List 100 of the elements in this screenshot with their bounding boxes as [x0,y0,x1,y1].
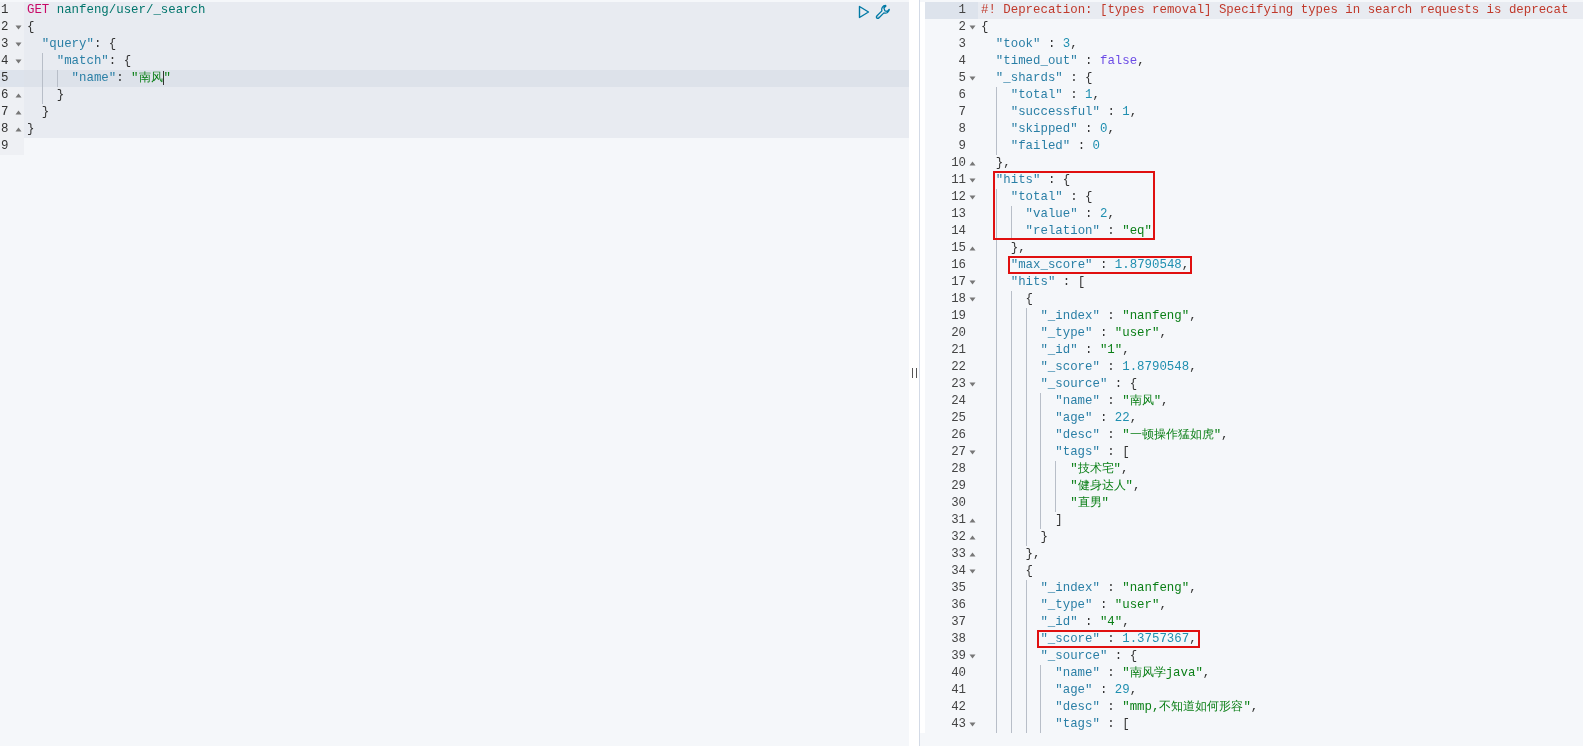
fold-icon[interactable] [968,518,976,523]
line-number: 19 [951,308,966,325]
fold-icon[interactable] [14,110,22,115]
code-line: }, [978,546,1583,563]
line-number: 34 [951,563,966,580]
line-number: 20 [951,325,966,342]
line-number: 16 [951,257,966,274]
fold-icon[interactable] [968,382,976,387]
line-number: 6 [0,87,10,104]
code-line: "直男" [978,495,1583,512]
fold-icon[interactable] [14,93,22,98]
line-number: 24 [951,393,966,410]
line-number: 15 [951,240,966,257]
fold-icon[interactable] [968,25,976,30]
fold-icon[interactable] [968,297,976,302]
code-line: "_id" : "4", [978,614,1583,631]
fold-icon[interactable] [968,161,976,166]
line-number: 22 [951,359,966,376]
code-line: "timed_out" : false, [994,53,1146,70]
line-number: 11 [951,172,966,189]
fold-icon[interactable] [968,450,976,455]
line-number: 4 [0,53,10,70]
code-line: "desc" : "mmp,不知道如何形容", [978,699,1583,716]
wrench-icon[interactable] [875,4,891,20]
code-line: "name" : "南风学java", [978,665,1583,682]
line-number: 14 [951,223,966,240]
code-line: "age" : 29, [978,682,1583,699]
fold-icon[interactable] [968,280,976,285]
line-number: 12 [951,189,966,206]
line-number: 40 [951,665,966,682]
line-number: 1 [958,2,966,19]
line-number: 29 [951,478,966,495]
line-number: 33 [951,546,966,563]
fold-icon[interactable] [968,195,976,200]
line-number: 42 [951,699,966,716]
code-line: "_score" : 1.3757367, [978,631,1583,648]
fold-icon[interactable] [14,25,22,30]
line-number: 43 [951,716,966,733]
code-line: "_source" : { [978,376,1583,393]
line-number: 18 [951,291,966,308]
code-line: "total" : { [978,189,1583,206]
line-number: 8 [0,121,10,138]
code-line: "_type" : "user", [978,325,1583,342]
line-number: 4 [958,53,966,70]
code-line: }, [978,240,1583,257]
code-line: "total" : 1, [978,87,1583,104]
play-icon[interactable] [858,5,870,19]
fold-icon[interactable] [968,76,976,81]
fold-icon[interactable] [14,42,22,47]
fold-icon[interactable] [968,552,976,557]
line-number: 23 [951,376,966,393]
line-number: 13 [951,206,966,223]
resize-handle[interactable] [911,368,917,378]
line-number: 32 [951,529,966,546]
fold-icon[interactable] [14,59,22,64]
line-number: 9 [0,138,10,155]
line-number: 17 [951,274,966,291]
code-line: "tags" : [ [978,716,1583,733]
code-line: ] [978,512,1583,529]
fold-icon[interactable] [968,654,976,659]
code-line: "failed" : 0 [978,138,1583,155]
code-line: "技术宅", [978,461,1583,478]
code-line: "_shards" : { [994,70,1094,87]
code-line: "successful" : 1, [978,104,1583,121]
line-number: 28 [951,461,966,478]
code-line: { [978,291,1583,308]
line-number: 3 [0,36,10,53]
line-number: 2 [958,19,966,36]
line-number: 5 [0,70,10,87]
fold-icon[interactable] [968,569,976,574]
line-number: 36 [951,597,966,614]
code-line: "健身达人", [978,478,1583,495]
code-line: "_score" : 1.8790548, [978,359,1583,376]
code-line: "_index" : "nanfeng", [978,580,1583,597]
code-line: "_type" : "user", [978,597,1583,614]
line-number: 21 [951,342,966,359]
code-line: "age" : 22, [978,410,1583,427]
line-number: 10 [951,155,966,172]
fold-icon[interactable] [968,178,976,183]
code-line: } [978,529,1583,546]
fold-icon[interactable] [968,535,976,540]
code-line: "tags" : [ [978,444,1583,461]
line-number: 8 [958,121,966,138]
code-line: "hits" : { [994,172,1072,189]
line-number: 37 [951,614,966,631]
line-number: 5 [958,70,966,87]
line-number: 39 [951,648,966,665]
code-line: "took" : 3, [994,36,1079,53]
line-number: 7 [958,104,966,121]
code-line: "name" : "南风", [978,393,1583,410]
code-line: "relation" : "eq" [978,223,1583,240]
fold-icon[interactable] [14,127,22,132]
line-number: 38 [951,631,966,648]
line-number: 2 [0,19,10,36]
line-number: 27 [951,444,966,461]
fold-icon[interactable] [968,246,976,251]
line-number: 31 [951,512,966,529]
code-line: "_source" : { [978,648,1583,665]
code-line: "value" : 2, [978,206,1583,223]
fold-icon[interactable] [968,722,976,727]
